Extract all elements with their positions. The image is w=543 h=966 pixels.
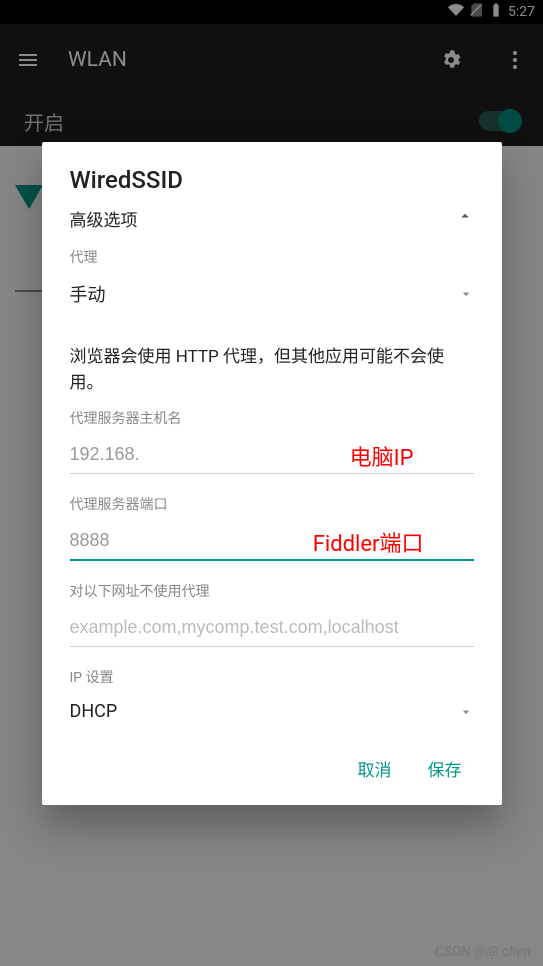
proxy-value: 手动 <box>70 281 106 307</box>
chevron-up-icon <box>456 207 474 230</box>
advanced-options-row[interactable]: 高级选项 <box>70 206 474 231</box>
hostname-input[interactable] <box>70 436 474 474</box>
port-input[interactable] <box>70 522 474 561</box>
hostname-label: 代理服务器主机名 <box>70 408 474 428</box>
proxy-info-text: 浏览器会使用 HTTP 代理，但其他应用可能不会使用。 <box>70 345 474 396</box>
bypass-field-wrap <box>70 609 474 647</box>
save-button[interactable]: 保存 <box>428 756 462 781</box>
bypass-input[interactable] <box>70 609 474 647</box>
ip-settings-select[interactable]: DHCP <box>70 695 474 732</box>
dropdown-icon <box>458 286 474 302</box>
port-label: 代理服务器端口 <box>70 494 474 514</box>
network-dialog: WiredSSID 高级选项 代理 手动 浏览器会使用 HTTP 代理，但其他应… <box>42 142 502 805</box>
cancel-button[interactable]: 取消 <box>358 756 392 781</box>
proxy-select[interactable]: 手动 <box>70 275 474 317</box>
ip-settings-value: DHCP <box>70 701 118 722</box>
proxy-label: 代理 <box>70 247 474 267</box>
dialog-actions: 取消 保存 <box>70 732 474 789</box>
hostname-field-wrap: 电脑IP <box>70 436 474 474</box>
dropdown-icon <box>458 704 474 720</box>
watermark: CSDN @@ chen <box>435 944 531 960</box>
bypass-label: 对以下网址不使用代理 <box>70 581 474 601</box>
advanced-label: 高级选项 <box>70 206 138 231</box>
modal-backdrop[interactable]: WiredSSID 高级选项 代理 手动 浏览器会使用 HTTP 代理，但其他应… <box>0 0 543 966</box>
ip-settings-label: IP 设置 <box>70 667 474 687</box>
dialog-title: WiredSSID <box>70 166 474 194</box>
port-field-wrap: Fiddler端口 <box>70 522 474 561</box>
redaction-box <box>204 436 264 466</box>
